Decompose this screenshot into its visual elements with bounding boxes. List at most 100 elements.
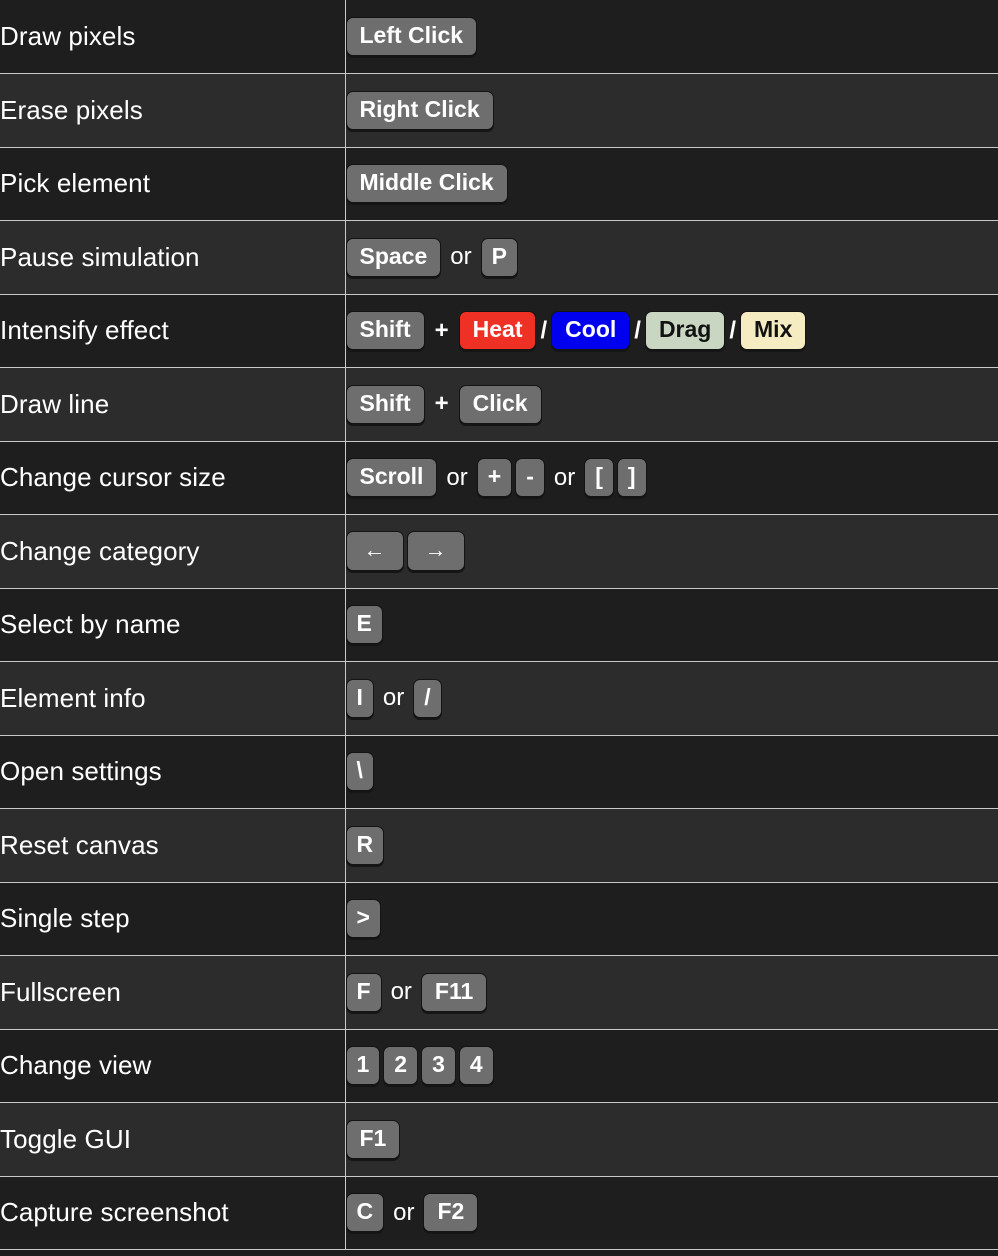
key-cap[interactable]: F1: [346, 1120, 401, 1159]
separator-or: or: [545, 464, 584, 492]
key-cap[interactable]: ]: [617, 458, 647, 497]
key-list: E: [346, 605, 998, 644]
separator-slash: /: [536, 317, 551, 345]
key-binding-cell: Shift+Heat/Cool/Drag/Mix: [345, 294, 998, 368]
key-list: Right Click: [346, 91, 998, 130]
table-row: Change cursor sizeScrollor+-or[]: [0, 441, 998, 515]
key-cap[interactable]: \: [346, 752, 374, 791]
action-label: Select by name: [0, 588, 345, 662]
action-label: Single step: [0, 882, 345, 956]
key-cap[interactable]: Drag: [645, 311, 725, 350]
key-binding-cell: Left Click: [345, 0, 998, 74]
action-label: Change view: [0, 1029, 345, 1103]
key-cap[interactable]: >: [346, 899, 381, 938]
action-label: Draw pixels: [0, 0, 345, 74]
key-binding-cell: ←→: [345, 515, 998, 589]
action-label: Erase pixels: [0, 74, 345, 148]
key-cap[interactable]: ←: [346, 531, 404, 571]
key-cap[interactable]: F2: [423, 1193, 478, 1232]
key-binding-cell: 1234: [345, 1029, 998, 1103]
key-cap[interactable]: E: [346, 605, 383, 644]
key-cap[interactable]: R: [346, 826, 385, 865]
key-list: Ior/: [346, 679, 998, 718]
key-cap[interactable]: Shift: [346, 311, 425, 350]
table-row: Toggle GUIF1: [0, 1103, 998, 1177]
action-label: Change category: [0, 515, 345, 589]
key-cap[interactable]: I: [346, 679, 374, 718]
key-binding-cell: SpaceorP: [345, 221, 998, 295]
key-list: 1234: [346, 1046, 998, 1085]
key-cap[interactable]: →: [407, 531, 465, 571]
key-list: Shift+Heat/Cool/Drag/Mix: [346, 311, 998, 350]
key-list: Middle Click: [346, 164, 998, 203]
action-label: Capture screenshot: [0, 1176, 345, 1250]
key-cap[interactable]: [: [584, 458, 614, 497]
key-binding-cell: CorF2: [345, 1176, 998, 1250]
key-cap[interactable]: Cool: [551, 311, 630, 350]
separator-plus: +: [425, 390, 459, 418]
key-cap[interactable]: Shift: [346, 385, 425, 424]
key-list: >: [346, 899, 998, 938]
key-cap[interactable]: 1: [346, 1046, 381, 1085]
separator-slash: /: [725, 317, 740, 345]
key-list: ←→: [346, 531, 998, 571]
action-label: Toggle GUI: [0, 1103, 345, 1177]
table-row: Erase pixelsRight Click: [0, 74, 998, 148]
table-row: Change view1234: [0, 1029, 998, 1103]
controls-table-body: Draw pixelsLeft ClickErase pixelsRight C…: [0, 0, 998, 1250]
key-cap[interactable]: Left Click: [346, 17, 478, 56]
key-binding-cell: ForF11: [345, 956, 998, 1030]
key-cap[interactable]: /: [413, 679, 441, 718]
table-row: Element infoIor/: [0, 662, 998, 736]
key-binding-cell: Middle Click: [345, 147, 998, 221]
table-row: Reset canvasR: [0, 809, 998, 883]
key-cap[interactable]: -: [515, 458, 545, 497]
key-binding-cell: Ior/: [345, 662, 998, 736]
table-row: FullscreenForF11: [0, 956, 998, 1030]
key-cap[interactable]: F11: [421, 973, 487, 1012]
key-cap[interactable]: Right Click: [346, 91, 494, 130]
key-cap[interactable]: Middle Click: [346, 164, 508, 203]
key-binding-cell: Scrollor+-or[]: [345, 441, 998, 515]
action-label: Intensify effect: [0, 294, 345, 368]
key-list: F1: [346, 1120, 998, 1159]
separator-or: or: [437, 464, 476, 492]
key-list: SpaceorP: [346, 238, 998, 277]
key-binding-cell: \: [345, 735, 998, 809]
key-binding-cell: Right Click: [345, 74, 998, 148]
table-row: Open settings\: [0, 735, 998, 809]
key-cap[interactable]: C: [346, 1193, 385, 1232]
key-cap[interactable]: F: [346, 973, 382, 1012]
controls-shortcuts-table: Draw pixelsLeft ClickErase pixelsRight C…: [0, 0, 998, 1250]
key-binding-cell: R: [345, 809, 998, 883]
table-row: Pause simulationSpaceorP: [0, 221, 998, 295]
key-list: ForF11: [346, 973, 998, 1012]
key-cap[interactable]: 4: [459, 1046, 494, 1085]
key-cap[interactable]: Click: [459, 385, 542, 424]
table-row: Draw pixelsLeft Click: [0, 0, 998, 74]
action-label: Reset canvas: [0, 809, 345, 883]
action-label: Pause simulation: [0, 221, 345, 295]
key-cap[interactable]: P: [481, 238, 518, 277]
key-cap[interactable]: Scroll: [346, 458, 438, 497]
key-cap[interactable]: 2: [383, 1046, 418, 1085]
key-list: CorF2: [346, 1193, 998, 1232]
action-label: Draw line: [0, 368, 345, 442]
separator-or: or: [374, 684, 413, 712]
table-row: Capture screenshotCorF2: [0, 1176, 998, 1250]
table-row: Intensify effectShift+Heat/Cool/Drag/Mix: [0, 294, 998, 368]
table-row: Single step>: [0, 882, 998, 956]
key-binding-cell: E: [345, 588, 998, 662]
key-cap[interactable]: Heat: [459, 311, 537, 350]
key-binding-cell: >: [345, 882, 998, 956]
key-list: \: [346, 752, 998, 791]
key-cap[interactable]: 3: [421, 1046, 456, 1085]
action-label: Open settings: [0, 735, 345, 809]
key-cap[interactable]: Space: [346, 238, 442, 277]
table-row: Select by nameE: [0, 588, 998, 662]
key-cap[interactable]: Mix: [740, 311, 806, 350]
key-cap[interactable]: +: [477, 458, 512, 497]
table-row: Pick elementMiddle Click: [0, 147, 998, 221]
separator-slash: /: [630, 317, 645, 345]
key-list: Shift+Click: [346, 385, 998, 424]
